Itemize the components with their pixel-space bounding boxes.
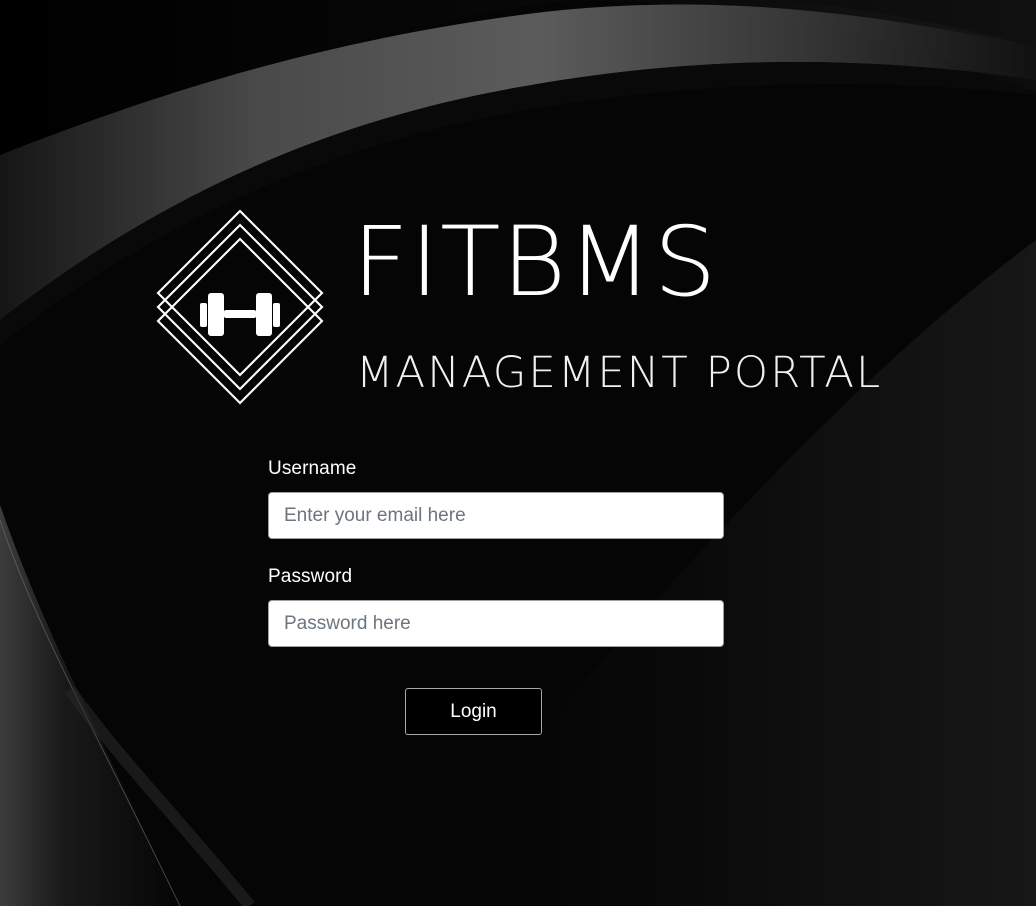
background-swoosh [0, 0, 1036, 906]
login-page: FITBMS MANAGEMENT PORTAL Username Passwo… [0, 0, 1036, 906]
brand-subtitle: MANAGEMENT PORTAL [356, 348, 883, 398]
login-form: Username Password [268, 458, 724, 647]
username-input[interactable] [268, 492, 724, 539]
password-label: Password [268, 566, 353, 587]
login-button[interactable]: Login [405, 688, 542, 735]
dumbbell-icon [200, 293, 280, 336]
brand-title: FITBMS [352, 206, 718, 318]
username-label: Username [268, 458, 357, 479]
brand-logo [156, 209, 324, 405]
password-field-group: Password [268, 566, 724, 647]
password-input[interactable] [268, 600, 724, 647]
